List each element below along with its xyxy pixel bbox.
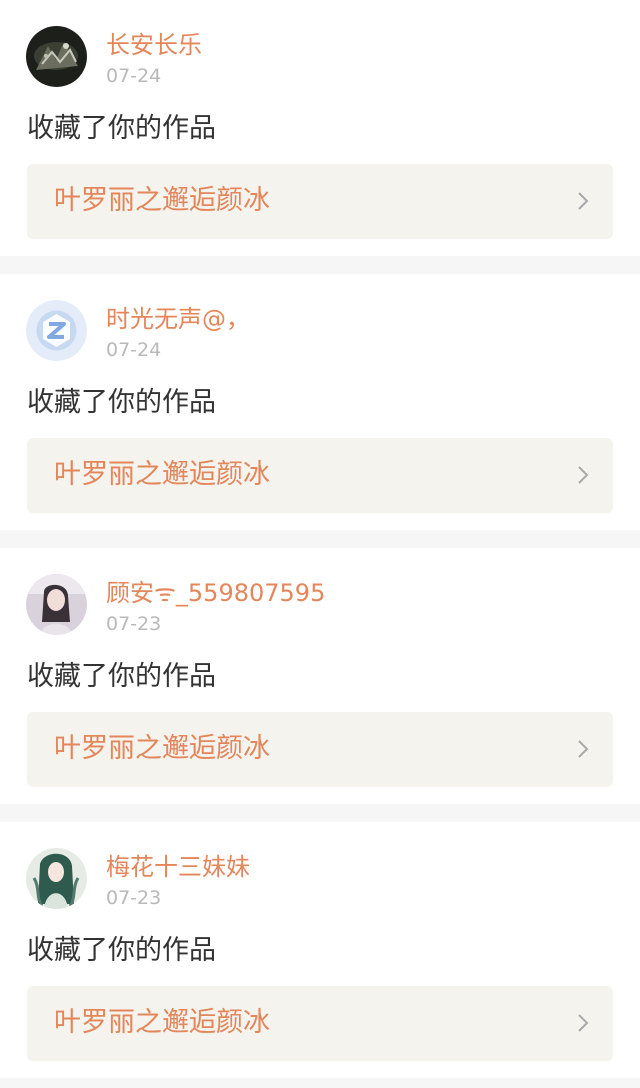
- timestamp: 07-24: [106, 339, 162, 361]
- notification-card: 顾安ᯤ_559807595 07-23 收藏了你的作品 叶罗丽之邂逅颜冰: [0, 548, 640, 804]
- girl-photo-avatar-icon: [26, 574, 87, 635]
- work-title: 叶罗丽之邂逅颜冰: [54, 185, 270, 216]
- default-z-avatar-icon: [26, 300, 87, 361]
- anime-girl-avatar-icon: [26, 848, 87, 909]
- work-title: 叶罗丽之邂逅颜冰: [54, 1007, 270, 1038]
- chevron-right-icon: [577, 191, 589, 211]
- username[interactable]: 长安长乐: [106, 30, 202, 60]
- username[interactable]: 梅花十三妹妹: [106, 852, 250, 882]
- work-link-button[interactable]: 叶罗丽之邂逅颜冰: [27, 986, 613, 1061]
- dark-nature-avatar-icon: [26, 26, 87, 87]
- notification-card: 梅花十三妹妹 07-23 收藏了你的作品 叶罗丽之邂逅颜冰: [0, 822, 640, 1078]
- action-text: 收藏了你的作品: [27, 387, 216, 418]
- user-avatar[interactable]: [26, 300, 87, 361]
- chevron-right-icon: [577, 465, 589, 485]
- notification-feed: 长安长乐 07-24 收藏了你的作品 叶罗丽之邂逅颜冰 时光无声@， 07-24…: [0, 0, 640, 1088]
- work-title: 叶罗丽之邂逅颜冰: [54, 459, 270, 490]
- user-avatar[interactable]: [26, 574, 87, 635]
- action-text: 收藏了你的作品: [27, 113, 216, 144]
- user-avatar[interactable]: [26, 848, 87, 909]
- timestamp: 07-23: [106, 613, 162, 635]
- user-avatar[interactable]: [26, 26, 87, 87]
- work-link-button[interactable]: 叶罗丽之邂逅颜冰: [27, 438, 613, 513]
- work-link-button[interactable]: 叶罗丽之邂逅颜冰: [27, 712, 613, 787]
- chevron-right-icon: [577, 739, 589, 759]
- username[interactable]: 顾安ᯤ_559807595: [106, 578, 325, 608]
- username[interactable]: 时光无声@，: [106, 304, 250, 334]
- action-text: 收藏了你的作品: [27, 661, 216, 692]
- timestamp: 07-23: [106, 887, 162, 909]
- action-text: 收藏了你的作品: [27, 935, 216, 966]
- notification-card: 时光无声@， 07-24 收藏了你的作品 叶罗丽之邂逅颜冰: [0, 274, 640, 530]
- work-title: 叶罗丽之邂逅颜冰: [54, 733, 270, 764]
- timestamp: 07-24: [106, 65, 162, 87]
- notification-card: 长安长乐 07-24 收藏了你的作品 叶罗丽之邂逅颜冰: [0, 0, 640, 256]
- chevron-right-icon: [577, 1013, 589, 1033]
- work-link-button[interactable]: 叶罗丽之邂逅颜冰: [27, 164, 613, 239]
